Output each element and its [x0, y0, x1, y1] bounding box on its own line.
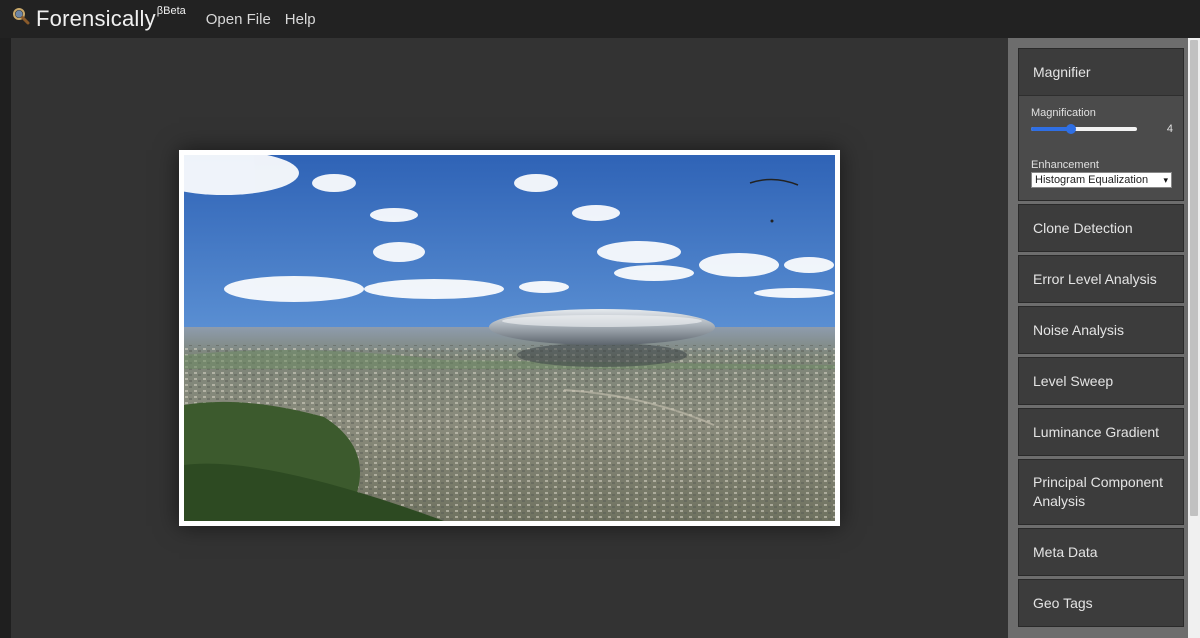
tool-label: Clone Detection	[1033, 220, 1133, 236]
beta-badge-label: Beta	[163, 5, 186, 17]
tool-label: Principal Component Analysis	[1033, 474, 1163, 509]
slider-thumb[interactable]	[1065, 124, 1076, 134]
beta-badge: βBeta	[156, 5, 186, 17]
app-title: Forensically	[36, 6, 156, 31]
magnifier-panel-header[interactable]: Magnifier	[1019, 49, 1183, 95]
app-logo: Forensically βBeta	[12, 5, 186, 32]
enhancement-label: Enhancement	[1031, 159, 1099, 171]
enhancement-selected-value: Histogram Equalization	[1035, 174, 1149, 186]
tool-label: Geo Tags	[1033, 595, 1093, 611]
tool-principal-component-analysis[interactable]: Principal Component Analysis	[1018, 459, 1184, 525]
analyzed-image[interactable]	[184, 155, 835, 521]
tool-level-sweep[interactable]: Level Sweep	[1018, 357, 1184, 405]
help-button[interactable]: Help	[285, 11, 316, 28]
tool-geo-tags[interactable]: Geo Tags	[1018, 579, 1184, 627]
top-bar: Forensically βBeta Open File Help	[0, 0, 1200, 38]
magnification-row: 4	[1031, 122, 1173, 136]
magnifier-settings: Magnification 4 Enhancement Histogram Eq…	[1019, 95, 1183, 200]
tool-clone-detection[interactable]: Clone Detection	[1018, 204, 1184, 252]
enhancement-select[interactable]: Histogram Equalization ▾	[1031, 172, 1172, 188]
tool-noise-analysis[interactable]: Noise Analysis	[1018, 306, 1184, 354]
scrollbar-thumb[interactable]	[1190, 40, 1198, 516]
tool-label: Meta Data	[1033, 544, 1098, 560]
tools-sidebar: Magnifier Magnification 4 Enhancement Hi…	[1008, 38, 1188, 638]
tool-meta-data[interactable]: Meta Data	[1018, 528, 1184, 576]
tool-label: Noise Analysis	[1033, 322, 1125, 338]
open-file-button[interactable]: Open File	[206, 11, 271, 28]
magnification-slider[interactable]	[1031, 122, 1137, 136]
image-frame	[179, 150, 840, 526]
slider-fill	[1031, 127, 1071, 131]
magnification-label: Magnification	[1031, 107, 1096, 119]
chevron-down-icon: ▾	[1163, 175, 1168, 185]
tool-label: Level Sweep	[1033, 373, 1114, 389]
tool-label: Error Level Analysis	[1033, 271, 1157, 287]
image-workspace	[11, 38, 1008, 638]
magnifier-panel: Magnifier Magnification 4 Enhancement Hi…	[1018, 48, 1184, 201]
magnifier-icon	[12, 7, 30, 25]
tool-label: Luminance Gradient	[1033, 424, 1160, 440]
tool-error-level-analysis[interactable]: Error Level Analysis	[1018, 255, 1184, 303]
magnification-value: 4	[1166, 123, 1173, 135]
tool-luminance-gradient[interactable]: Luminance Gradient	[1018, 408, 1184, 456]
